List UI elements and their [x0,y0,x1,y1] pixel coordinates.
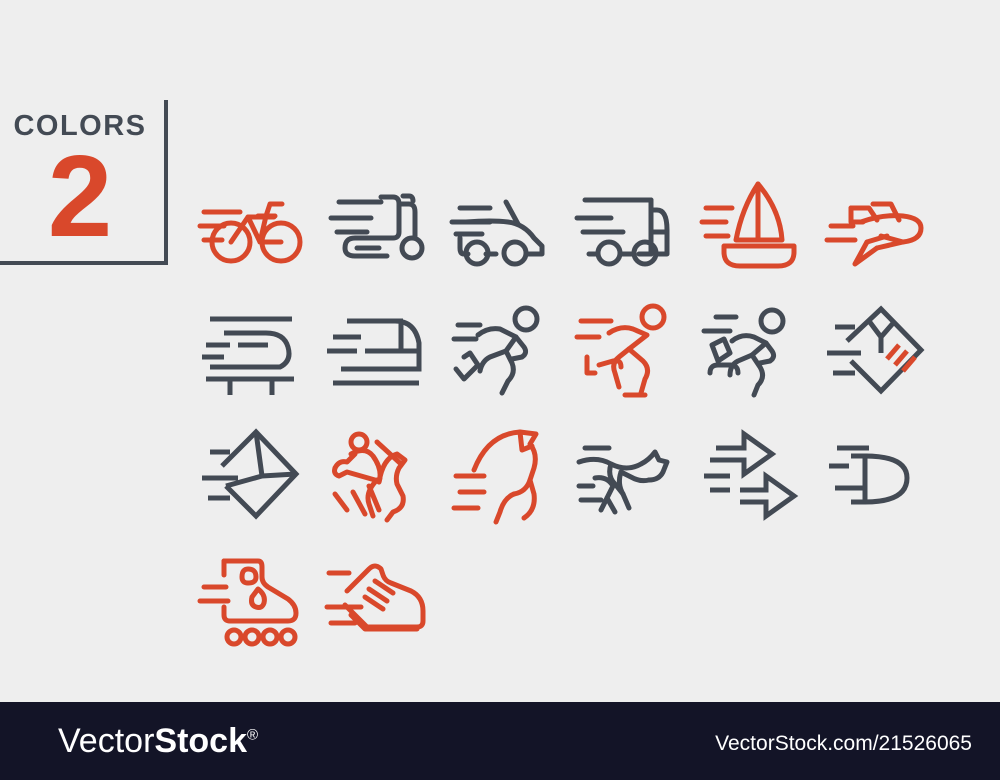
scooter-icon [328,193,424,260]
horse-head-icon [451,429,538,524]
car-icon [449,199,544,266]
icon-cell-train[interactable] [188,287,313,412]
sprinter-icon [574,303,666,397]
airplane-icon [824,201,923,266]
sailboat-icon [699,181,796,268]
icon-cell-courier-runner[interactable] [688,287,813,412]
vectorstock-logo: VectorStock® [58,722,258,761]
cheetah-icon [576,445,669,514]
parcel-icon [826,304,924,395]
envelope-icon [201,427,299,520]
bullet-train-icon [326,318,421,385]
icon-cell-bullet-train[interactable] [313,287,438,412]
courier-runner-icon [701,307,785,397]
icon-cell-cheetah[interactable] [563,412,688,537]
vectorstock-watermark-bar: VectorStock® VectorStock.com/21526065 [0,702,1000,780]
running-shoe-icon [324,563,425,631]
comet-icon [828,445,910,505]
icon-cell-parcel[interactable] [813,287,938,412]
icon-cell-airplane[interactable] [813,162,938,287]
icon-cell-horse-racing[interactable] [313,412,438,537]
icon-cell-delivery-truck[interactable] [563,162,688,287]
icon-cell-sprinter[interactable] [563,287,688,412]
icon-cell-roller-skate[interactable] [188,537,313,662]
icon-sheet-canvas: COLORS 2 VectorStock® VectorStock.com/21… [0,0,1000,780]
logo-text-stock: Stock [154,722,247,760]
icon-cell-envelope[interactable] [188,412,313,537]
registered-trademark-icon: ® [246,726,259,744]
icon-cell-bicycle[interactable] [188,162,313,287]
icon-cell-sailboat[interactable] [688,162,813,287]
vectorstock-url: VectorStock.com/21526065 [715,732,972,755]
icon-grid [188,162,1000,662]
icon-cell-arrows[interactable] [688,412,813,537]
roller-skate-icon [197,558,298,646]
icon-cell-horse-head[interactable] [438,412,563,537]
runner-icon [451,305,539,395]
icon-cell-car[interactable] [438,162,563,287]
icon-cell-runner[interactable] [438,287,563,412]
delivery-truck-icon [574,197,669,266]
logo-text-vector: Vector [58,722,155,760]
colors-badge: COLORS 2 [0,100,168,265]
icon-cell-scooter[interactable] [313,162,438,287]
icon-cell-comet[interactable] [813,412,938,537]
bicycle-icon [197,201,302,263]
arrows-icon [703,428,798,521]
icon-cell-running-shoe[interactable] [313,537,438,662]
colors-badge-count: 2 [47,131,113,261]
horse-racing-icon [331,431,407,522]
train-icon [201,316,294,395]
